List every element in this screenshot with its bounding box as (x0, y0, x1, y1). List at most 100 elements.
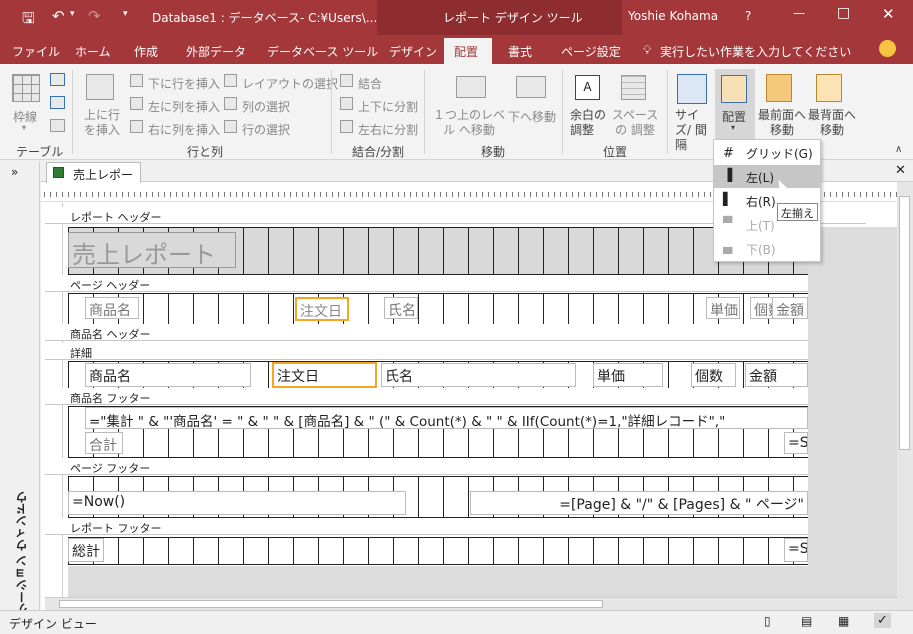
menu-item-right-label: 右(R) (746, 195, 776, 209)
undo-dropdown-icon[interactable]: ▾ (70, 9, 75, 19)
send-to-back-button[interactable]: 最背面へ 移動 (807, 108, 857, 138)
menu-item-left[interactable]: 左(L) ▐ (714, 165, 820, 188)
page-footer-page-field[interactable]: =[Page] & "/" & [Pages] & " ページ" (470, 491, 808, 515)
horizontal-scrollbar[interactable] (45, 597, 897, 610)
group-footer-total-label[interactable]: 合計 (85, 432, 123, 454)
tab-arrange-active[interactable]: 配置 (444, 38, 492, 64)
user-name[interactable]: Yoshie Kohama (628, 9, 718, 23)
group-footer-bar[interactable]: 商品名 フッター (45, 388, 866, 405)
detail-label: 詳細 (70, 347, 92, 360)
tab-design[interactable]: デザイン (389, 43, 437, 60)
save-icon[interactable]: 🖫 (22, 8, 35, 33)
group-footer-expression[interactable]: ="集計 " & "'商品名' = " & " " & [商品名] & " ("… (85, 407, 808, 429)
report-view-icon[interactable]: ▯ (764, 614, 771, 628)
empty-gray-area (68, 566, 808, 597)
close-document-icon[interactable]: ✕ (895, 163, 906, 178)
size-spacing-button[interactable]: サイズ/ 間隔 (675, 108, 713, 153)
tab-file[interactable]: ファイル (12, 43, 60, 60)
detail-price-field[interactable]: 単価 (593, 363, 663, 387)
merge-button[interactable]: 結合 (358, 75, 382, 92)
tab-database-tools[interactable]: データベース ツール (267, 43, 378, 60)
navigation-pane[interactable]: » ナビゲーション ウィンドウ (0, 161, 40, 634)
menu-item-bottom[interactable]: 下(B) ▄ (714, 237, 820, 260)
close-icon[interactable]: ✕ (882, 5, 895, 23)
expand-nav-icon[interactable]: » (11, 165, 18, 179)
move-down-button[interactable]: 下へ移動 (508, 108, 556, 125)
move-up-icon (456, 76, 486, 98)
menu-item-top-label: 上(T) (746, 219, 775, 233)
select-column-button[interactable]: 列の選択 (242, 98, 290, 115)
select-row-button[interactable]: 行の選択 (242, 121, 290, 138)
detail-product-field[interactable]: 商品名 (85, 363, 251, 387)
vertical-scrollbar[interactable] (897, 182, 913, 610)
smiley-icon[interactable] (879, 40, 896, 57)
bring-to-front-button[interactable]: 最前面へ 移動 (757, 108, 807, 138)
menu-item-bottom-label: 下(B) (746, 243, 776, 257)
stacked-icon[interactable] (50, 73, 65, 86)
report-footer-total-label[interactable]: 総計 (68, 538, 104, 562)
maximize-icon[interactable]: □ (837, 5, 850, 21)
margins-button[interactable]: 余白の 調整 (570, 108, 610, 138)
tab-external-data[interactable]: 外部データ (186, 43, 246, 60)
collapse-ribbon-icon[interactable]: ∧ (895, 144, 902, 155)
ph-date-label[interactable]: 注文日 (295, 297, 349, 321)
page-footer-now-field[interactable]: =Now() (68, 491, 406, 515)
design-view-icon[interactable]: ✓ (874, 613, 891, 628)
tab-format[interactable]: 書式 (508, 43, 532, 60)
tab-create[interactable]: 作成 (134, 43, 158, 60)
detail-name-field[interactable]: 氏名 (381, 363, 576, 387)
doc-tab[interactable]: 売上レポート (46, 162, 141, 199)
detail-date-field[interactable]: 注文日 (272, 362, 377, 388)
group-header-bar[interactable]: 商品名 ヘッダー (45, 324, 866, 341)
gridlines-dropdown-icon[interactable]: ▾ (22, 123, 26, 132)
detail-bar[interactable]: 詳細 (45, 343, 866, 360)
help-button[interactable]: ? (745, 9, 751, 23)
split-horizontal-button[interactable]: 左右に分割 (358, 121, 418, 138)
title-bar: 🖫 ↶ ▾ ↷ ▾ Database1 : データベース- C:¥Users\.… (0, 0, 913, 35)
gray-right-area (808, 227, 897, 597)
report-title-label[interactable]: 売上レポート (68, 232, 236, 268)
detail-qty-field[interactable]: 個数 (691, 363, 736, 387)
move-up-button[interactable]: １つ上のレベル へ移動 (430, 108, 508, 138)
redo-icon[interactable]: ↷ (88, 7, 101, 25)
ph-price-label[interactable]: 単価 (706, 297, 740, 319)
insert-below-button[interactable]: 下に行を挿入 (148, 75, 220, 92)
tabular-icon[interactable] (50, 96, 65, 109)
tab-home[interactable]: ホーム (75, 43, 111, 60)
report-footer-sum-field[interactable]: =S (784, 538, 808, 562)
vertical-scroll-thumb[interactable] (899, 196, 910, 450)
detail-amount-field[interactable]: 金額 (745, 363, 808, 387)
select-row-icon (224, 120, 237, 133)
print-preview-icon[interactable]: ▤ (801, 614, 812, 628)
split-vertical-button[interactable]: 上下に分割 (358, 98, 418, 115)
layout-view-icon[interactable]: ▦ (838, 614, 849, 628)
report-footer-section[interactable] (68, 537, 808, 565)
insert-left-button[interactable]: 左に列を挿入 (148, 98, 220, 115)
ph-product-label[interactable]: 商品名 (85, 297, 139, 319)
separator (667, 70, 668, 154)
page-footer-label: ページ フッター (70, 462, 151, 475)
remove-layout-icon[interactable] (50, 119, 65, 132)
group-footer-sum-field[interactable]: =S (784, 432, 808, 454)
split-vertical-icon (340, 97, 353, 110)
tab-page-setup[interactable]: ページ設定 (561, 43, 621, 60)
align-left-tooltip: 左揃え (777, 203, 818, 221)
menu-item-grid[interactable]: グリッド(G) # (714, 141, 820, 164)
customize-qat-icon[interactable]: ▾ (123, 9, 128, 19)
undo-icon[interactable]: ↶ (52, 7, 65, 25)
page-footer-bar[interactable]: ページ フッター (45, 458, 866, 475)
group-label-table: テーブル (16, 145, 64, 159)
page-header-bar[interactable]: ページ ヘッダー (45, 275, 866, 292)
ph-name-label[interactable]: 氏名 (384, 297, 418, 319)
minimize-icon[interactable]: — (793, 6, 805, 20)
tell-me-search[interactable]: 実行したい作業を入力してください (660, 43, 851, 60)
insert-right-icon (130, 120, 143, 133)
insert-above-button[interactable]: 上に行を挿入 (80, 108, 124, 138)
page-header-section[interactable] (68, 293, 808, 325)
ph-amount-label[interactable]: 金額 (772, 297, 808, 319)
report-footer-bar[interactable]: レポート フッター (45, 518, 866, 535)
horizontal-scroll-thumb[interactable] (59, 600, 603, 608)
select-layout-button[interactable]: レイアウトの選択 (242, 75, 338, 92)
insert-right-button[interactable]: 右に列を挿入 (148, 121, 220, 138)
padding-button[interactable]: スペースの 調整 (610, 108, 660, 138)
